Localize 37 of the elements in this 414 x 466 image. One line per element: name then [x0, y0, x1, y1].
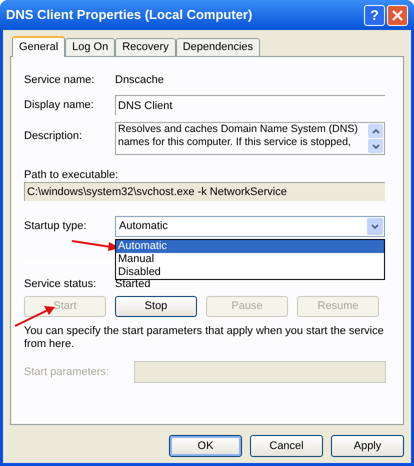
startup-type-dropdown[interactable]: Automatic: [115, 216, 385, 237]
dropdown-option[interactable]: Disabled: [116, 266, 384, 279]
tab[interactable]: General: [12, 36, 66, 57]
dialog-button[interactable]: Apply: [331, 435, 404, 457]
chevron-down-icon: [372, 144, 380, 148]
tab[interactable]: Dependencies: [176, 38, 260, 56]
dialog-button[interactable]: Cancel: [250, 435, 323, 457]
tab[interactable]: Recovery: [115, 38, 176, 56]
description-field[interactable]: Resolves and caches Domain Name System (DNS) names for this computer. If this service is stopped,: [115, 122, 385, 155]
description-text: Resolves and caches Domain Name System (DNS) names for this computer. If this service is stopped,: [117, 123, 359, 150]
chevron-up-icon: [372, 128, 380, 134]
close-button[interactable]: [387, 4, 408, 26]
dropdown-option[interactable]: Manual: [116, 253, 384, 266]
scroll-up-button[interactable]: [368, 124, 383, 138]
field-label: Service name:: [24, 72, 96, 88]
service-name: Dnscache: [115, 72, 164, 88]
display-name-field[interactable]: DNS Client: [115, 95, 385, 115]
dropdown-option[interactable]: Automatic: [116, 240, 384, 253]
scroll-down-button[interactable]: [368, 139, 383, 153]
note-text: You can specify the start parameters that apply when you start the service from here.: [24, 325, 385, 351]
dropdown-button[interactable]: [367, 218, 383, 235]
window-title: DNS Client Properties (Local Computer): [6, 6, 254, 24]
close-icon: [392, 10, 403, 20]
annotation-arrow: [14, 305, 56, 327]
dialog-button[interactable]: OK: [169, 435, 242, 457]
field-label: Display name:: [24, 98, 95, 113]
field-label: Service status:: [24, 276, 98, 292]
path-field: C:\windows\system32\svchost.exe -k NetworkService: [24, 182, 385, 201]
service-button[interactable]: Stop: [115, 296, 197, 317]
service-status: Started: [115, 276, 150, 292]
help-button[interactable]: ?: [364, 4, 385, 26]
chevron-down-icon: [371, 224, 379, 229]
field-label: Start parameters:: [24, 364, 110, 380]
tab[interactable]: Log On: [65, 38, 116, 56]
field-label: Startup type:: [24, 219, 88, 234]
field-label: Path to executable:: [24, 168, 120, 181]
field-label: Description:: [24, 129, 84, 144]
